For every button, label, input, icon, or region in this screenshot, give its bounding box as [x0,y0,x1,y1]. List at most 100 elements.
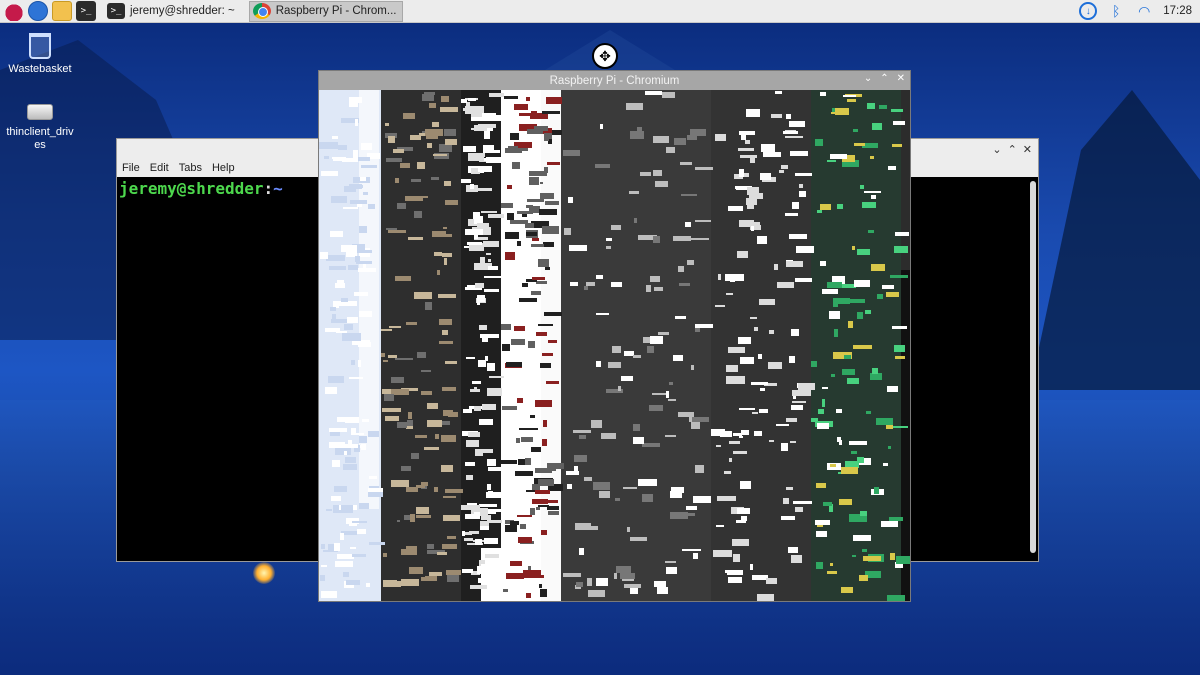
glitch-pixel [441,435,456,442]
glitch-pixel [732,539,749,546]
download-icon[interactable]: ↓ [1079,2,1098,20]
glitch-pixel [470,585,487,589]
desktop-icon-thinclient-drives[interactable]: thinclient_drives [0,104,80,152]
glitch-pixel [620,573,635,579]
glitch-pixel [888,446,891,449]
glitch-pixel [330,432,340,436]
glitch-pixel [354,292,368,296]
menu-help[interactable]: Help [212,162,235,174]
raspberry-pi-menu-icon[interactable] [4,1,24,21]
taskbar-task-chromium[interactable]: Raspberry Pi - Chrom... [248,0,404,22]
glitch-pixel [338,145,347,150]
glitch-pixel [895,232,909,236]
glitch-pixel [404,515,410,520]
glitch-pixel [532,238,539,241]
glitch-pixel [487,363,495,371]
web-browser-icon[interactable] [28,1,48,21]
glitch-pixel [611,225,621,230]
menu-tabs[interactable]: Tabs [179,162,202,174]
glitch-pixel [596,275,603,279]
clock[interactable]: 17:28 [1163,5,1192,17]
glitch-pixel [530,415,535,418]
glitch-pixel [417,162,425,169]
glitch-pixel [751,382,768,385]
glitch-pixel [540,363,551,368]
close-icon[interactable]: ✕ [1023,143,1032,156]
chromium-titlebar[interactable]: Raspberry Pi - Chromium ⌄ ⌃ ✕ [319,71,910,90]
glitch-pixel [527,199,544,202]
chromium-window[interactable]: Raspberry Pi - Chromium ⌄ ⌃ ✕ [318,70,911,602]
glitch-pixel [485,115,504,121]
terminal-scrollbar[interactable] [1030,181,1036,553]
glitch-pixel [531,244,544,247]
background-lantern [253,562,275,584]
glitch-pixel [596,578,608,586]
glitch-pixel [526,205,533,208]
glitch-pixel [751,226,754,231]
glitch-pixel [633,424,640,431]
glitch-pixel [608,362,621,368]
wifi-icon[interactable]: ◠ [1135,2,1153,20]
glitch-pixel [486,253,491,255]
maximize-icon[interactable]: ⌃ [880,73,888,84]
glitch-pixel [471,128,482,130]
glitch-pixel [511,339,525,345]
glitch-pixel [851,451,857,454]
glitch-pixel [481,263,486,265]
glitch-pixel [548,340,557,343]
glitch-pixel [591,420,602,428]
glitch-pixel [383,360,388,362]
glitch-pixel [461,99,467,103]
glitch-pixel [775,91,782,94]
glitch-pixel [771,114,782,118]
glitch-pixel [368,431,379,437]
glitch-pixel [506,362,522,367]
menu-edit[interactable]: Edit [150,162,169,174]
glitch-pixel [836,409,842,413]
corrupted-page-content[interactable] [319,90,910,601]
glitch-pixel [642,443,660,447]
chevron-up-icon[interactable]: ⌃ [1008,143,1017,156]
glitch-pixel [334,486,347,492]
glitch-pixel [830,563,833,566]
glitch-pixel [361,143,372,150]
glitch-pixel [416,515,431,518]
glitch-pixel [446,570,461,575]
taskbar-task-label: jeremy@shredder: ~ [130,5,235,17]
glitch-pixel [792,390,811,396]
chevron-down-icon[interactable]: ⌄ [992,143,1001,156]
minimize-icon[interactable]: ⌄ [864,73,872,84]
glitch-pixel [464,538,473,541]
terminal-launcher-icon[interactable]: >_ [76,1,96,21]
glitch-pixel [486,157,503,163]
glitch-pixel [736,520,746,523]
bluetooth-icon[interactable]: ᛒ [1107,2,1125,20]
desktop-icon-wastebasket[interactable]: Wastebasket [0,33,80,75]
glitch-pixel [484,131,490,139]
glitch-pixel [466,357,475,359]
glitch-pixel [425,129,443,136]
glitch-pixel [328,376,344,383]
glitch-pixel [385,123,389,126]
menu-file[interactable]: File [122,162,140,174]
glitch-pixel [584,477,592,481]
glitch-pixel [347,317,358,323]
glitch-pixel [501,460,517,464]
glitch-pixel [690,129,706,136]
glitch-pixel [790,441,796,443]
close-icon[interactable]: ✕ [897,73,905,84]
glitch-pixel [893,121,905,125]
glitch-pixel [469,153,485,157]
file-manager-icon[interactable] [52,1,72,21]
glitch-pixel [798,383,815,390]
glitch-pixel [830,464,836,467]
glitch-pixel [616,566,631,573]
glitch-pixel [391,377,404,383]
glitch-pixel [792,202,799,209]
glitch-pixel [382,408,401,412]
glitch-pixel [427,403,438,409]
glitch-pixel [359,311,372,317]
taskbar-task-terminal[interactable]: >_ jeremy@shredder: ~ [104,1,241,22]
glitch-pixel [857,249,870,255]
glitch-pixel [472,381,481,384]
